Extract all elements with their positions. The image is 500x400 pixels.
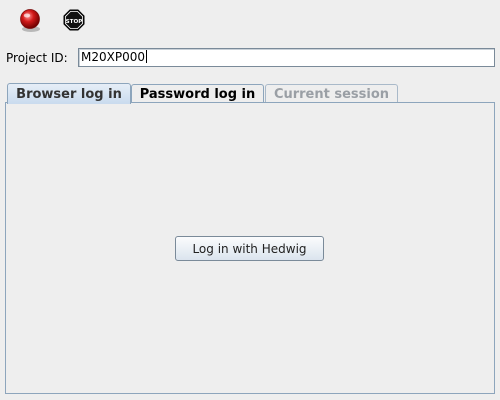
text-caret xyxy=(145,50,147,63)
tab-browser-log-in[interactable]: Browser log in xyxy=(7,83,131,104)
stop-button[interactable]: STOP xyxy=(60,6,88,34)
stop-sign-text: STOP xyxy=(66,19,83,25)
tab-current-session: Current session xyxy=(265,84,398,103)
button-label: Log in with Hedwig xyxy=(192,241,307,256)
tab-label: Password log in xyxy=(139,86,256,102)
tab-password-log-in[interactable]: Password log in xyxy=(131,84,264,103)
tab-label: Browser log in xyxy=(16,86,122,102)
app-window: STOP Project ID: M20XP000 Browser log in… xyxy=(0,0,500,400)
stop-sign-icon: STOP xyxy=(63,9,85,31)
red-ball-icon xyxy=(20,9,40,32)
project-id-value: M20XP000 xyxy=(81,50,145,64)
project-id-input[interactable]: M20XP000 xyxy=(78,48,495,67)
log-in-with-hedwig-button[interactable]: Log in with Hedwig xyxy=(175,236,324,261)
tab-label: Current session xyxy=(273,86,390,102)
project-id-label: Project ID: xyxy=(6,51,68,65)
connect-button[interactable] xyxy=(16,6,44,34)
